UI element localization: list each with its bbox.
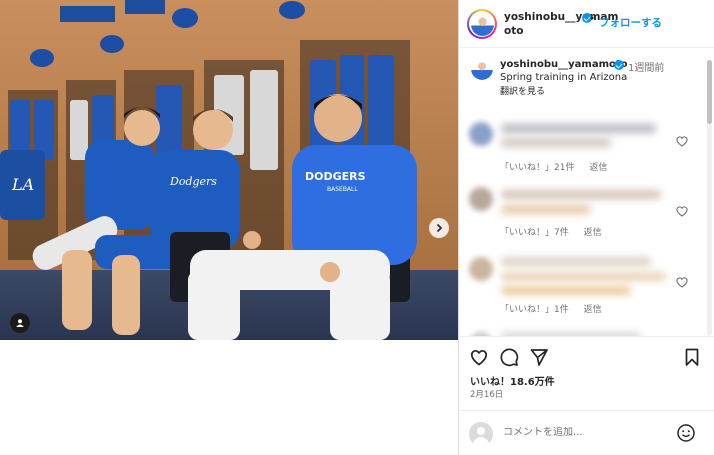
comments-list[interactable]: 「いいね！」21件 返信 「いいね！」7件 返信 「いいね！」1件 返信 xyxy=(459,100,714,336)
comments-scrollbar[interactable] xyxy=(707,60,712,336)
comment-heart-icon[interactable] xyxy=(675,275,689,289)
reply-button[interactable]: 返信 xyxy=(584,305,602,315)
bookmark-icon[interactable] xyxy=(682,347,702,367)
comment-heart-icon[interactable] xyxy=(675,134,689,148)
comment-meta: 「いいね！」21件 返信 xyxy=(500,160,619,173)
post-caption: yoshinobu__yamamoto 1週間前 Spring training… xyxy=(459,48,714,97)
caption-avatar[interactable] xyxy=(471,58,493,80)
reply-button[interactable]: 返信 xyxy=(584,228,602,238)
next-image-button[interactable] xyxy=(429,218,449,238)
comment-text-blurred xyxy=(501,272,666,281)
comment-text-blurred xyxy=(501,257,651,266)
post-photo[interactable]: LA Dodgers DODGERS BASEBALL xyxy=(0,0,458,340)
share-icon[interactable] xyxy=(529,347,549,367)
comment-likes[interactable]: 「いいね！」7件 xyxy=(500,228,569,238)
post-date: 2月16日 xyxy=(470,390,504,400)
add-comment-bar xyxy=(459,410,714,455)
comment-item: 「いいね！」21件 返信 xyxy=(459,110,699,180)
heart-icon[interactable] xyxy=(469,347,489,367)
comment-meta: 「いいね！」1件 返信 xyxy=(500,302,614,315)
comment-text-blurred xyxy=(501,124,656,133)
tagged-users-button[interactable] xyxy=(10,313,30,333)
comment-avatar[interactable] xyxy=(469,187,493,211)
comment-avatar[interactable] xyxy=(469,122,493,146)
caption-username[interactable]: yoshinobu__yamamoto xyxy=(500,59,628,70)
caption-text: Spring training in Arizona xyxy=(500,72,628,83)
comment-likes[interactable]: 「いいね！」1件 xyxy=(500,305,569,315)
comment-item: 「いいね！」1件 返信 xyxy=(459,245,699,315)
comment-text-blurred xyxy=(501,205,591,214)
current-user-avatar xyxy=(469,422,493,446)
profile-avatar[interactable] xyxy=(467,9,497,39)
comment-heart-icon[interactable] xyxy=(675,204,689,218)
la-logo-text: LA xyxy=(11,175,34,194)
reply-button[interactable]: 返信 xyxy=(589,163,607,173)
caption-verified-icon xyxy=(614,60,624,70)
comment-meta: 「いいね！」7件 返信 xyxy=(500,225,614,238)
scrollbar-thumb[interactable] xyxy=(707,60,712,124)
jersey-subtext: BASEBALL xyxy=(327,186,358,193)
comment-text-blurred xyxy=(501,190,661,199)
jersey-text: DODGERS xyxy=(305,170,366,183)
post-actions: いいね！18.6万件 2月16日 xyxy=(459,336,714,455)
chevron-right-icon xyxy=(436,223,443,233)
comment-avatar[interactable] xyxy=(469,257,493,281)
likes-count[interactable]: いいね！18.6万件 xyxy=(470,373,555,388)
locker-room-photo: LA Dodgers DODGERS BASEBALL xyxy=(0,0,458,340)
comment-likes[interactable]: 「いいね！」21件 xyxy=(500,163,574,173)
comment-item xyxy=(459,328,699,336)
post-header: yoshinobu__yamamoto • フォローする xyxy=(459,0,714,48)
post-side-panel: yoshinobu__yamamoto • フォローする yoshinobu__… xyxy=(459,0,714,455)
translate-link[interactable]: 翻訳を見る xyxy=(500,84,545,97)
comment-item: 「いいね！」7件 返信 xyxy=(459,175,699,245)
comment-text-blurred xyxy=(501,138,611,147)
comment-icon[interactable] xyxy=(499,347,519,367)
caption-timestamp: 1週間前 xyxy=(628,63,665,74)
add-comment-input[interactable] xyxy=(503,427,673,438)
user-icon xyxy=(16,319,24,327)
follow-button[interactable]: フォローする xyxy=(599,15,662,30)
separator-dot: • xyxy=(589,13,596,25)
emoji-icon[interactable] xyxy=(676,423,696,443)
comment-text-blurred xyxy=(501,286,631,295)
shirt-text: Dodgers xyxy=(169,175,217,188)
